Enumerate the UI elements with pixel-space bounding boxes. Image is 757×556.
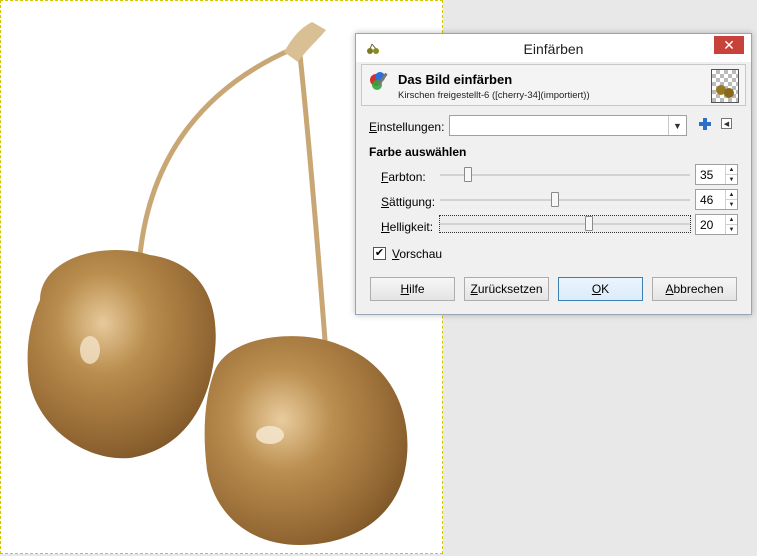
ok-button[interactable]: OK — [558, 277, 643, 301]
plus-icon[interactable] — [698, 117, 712, 131]
hue-value: 35 — [700, 168, 714, 182]
lightness-label-text: elligkeit: — [389, 220, 434, 234]
lightness-label-mnemonic: H — [381, 220, 390, 234]
close-icon: ✕ — [723, 36, 735, 53]
presets-combobox[interactable]: ▼ — [449, 115, 687, 136]
ok-text: K — [601, 282, 610, 296]
lightness-up-icon[interactable]: ▲ — [726, 215, 737, 225]
reset-text: urücksetzen — [477, 282, 543, 296]
lightness-slider-track — [440, 223, 690, 225]
saturation-label-text: ättigung: — [389, 195, 436, 209]
presets-label: Einstellungen: — [369, 120, 444, 134]
saturation-value: 46 — [700, 193, 714, 207]
header-subtitle: Kirschen freigestellt-6 ([cherry-34](imp… — [398, 90, 590, 101]
close-button[interactable]: ✕ — [714, 36, 744, 54]
colorize-dialog: Einfärben ✕ Das Bild einfärben Kirschen … — [355, 33, 752, 315]
help-mnemonic: H — [400, 282, 410, 296]
lightness-slider-handle[interactable] — [585, 216, 593, 231]
saturation-slider[interactable] — [440, 192, 690, 208]
title-bar[interactable]: Einfärben ✕ — [356, 34, 751, 62]
reset-button[interactable]: Zurücksetzen — [464, 277, 549, 301]
checkmark-icon: ✔ — [374, 247, 385, 259]
hue-slider-track — [440, 174, 690, 176]
presets-label-text: instellungen: — [377, 120, 445, 134]
lightness-slider[interactable] — [439, 215, 691, 233]
hue-slider[interactable] — [440, 167, 690, 183]
cancel-text: bbrechen — [673, 282, 724, 296]
window-title: Einfärben — [523, 41, 584, 57]
hue-slider-handle[interactable] — [464, 167, 472, 182]
saturation-label-mnemonic: S — [381, 195, 390, 209]
preview-checkbox[interactable]: ✔ — [373, 247, 386, 260]
reset-mnemonic: Z — [470, 282, 478, 296]
help-button[interactable]: Hilfe — [370, 277, 455, 301]
cancel-mnemonic: A — [665, 282, 674, 296]
lightness-label: Helligkeit: — [381, 220, 433, 234]
hue-label-text: arbton: — [388, 170, 426, 184]
section-label: Farbe auswählen — [369, 145, 467, 159]
image-thumbnail — [711, 69, 739, 103]
hue-spinbox[interactable]: 35 ▲ ▼ — [695, 164, 738, 185]
saturation-up-icon[interactable]: ▲ — [726, 190, 737, 200]
lightness-spinbox[interactable]: 20 ▲ ▼ — [695, 214, 738, 235]
header-title: Das Bild einfärben — [398, 72, 513, 87]
saturation-slider-track — [440, 199, 690, 201]
help-text: ilfe — [409, 282, 425, 296]
ok-mnemonic: O — [591, 282, 602, 296]
hue-up-icon[interactable]: ▲ — [726, 165, 737, 175]
lightness-down-icon[interactable]: ▼ — [726, 225, 737, 234]
preview-label[interactable]: Vorschau — [392, 247, 442, 261]
saturation-slider-handle[interactable] — [551, 192, 559, 207]
lightness-value: 20 — [700, 218, 714, 232]
colorize-tool-icon — [370, 72, 388, 90]
cancel-button[interactable]: Abbrechen — [652, 277, 737, 301]
preview-label-text: orschau — [399, 247, 443, 261]
tab-menu-icon[interactable]: ◀ — [721, 118, 732, 129]
saturation-label: Sättigung: — [381, 195, 435, 209]
saturation-down-icon[interactable]: ▼ — [726, 200, 737, 209]
dialog-header: Das Bild einfärben Kirschen freigestellt… — [361, 64, 746, 106]
presets-label-mnemonic: E — [369, 120, 378, 134]
chevron-down-icon[interactable]: ▼ — [668, 116, 686, 135]
saturation-spinbox[interactable]: 46 ▲ ▼ — [695, 189, 738, 210]
hue-down-icon[interactable]: ▼ — [726, 175, 737, 184]
hue-label: Farbton: — [381, 170, 426, 184]
cherry-thumbnail-icon — [716, 85, 734, 98]
